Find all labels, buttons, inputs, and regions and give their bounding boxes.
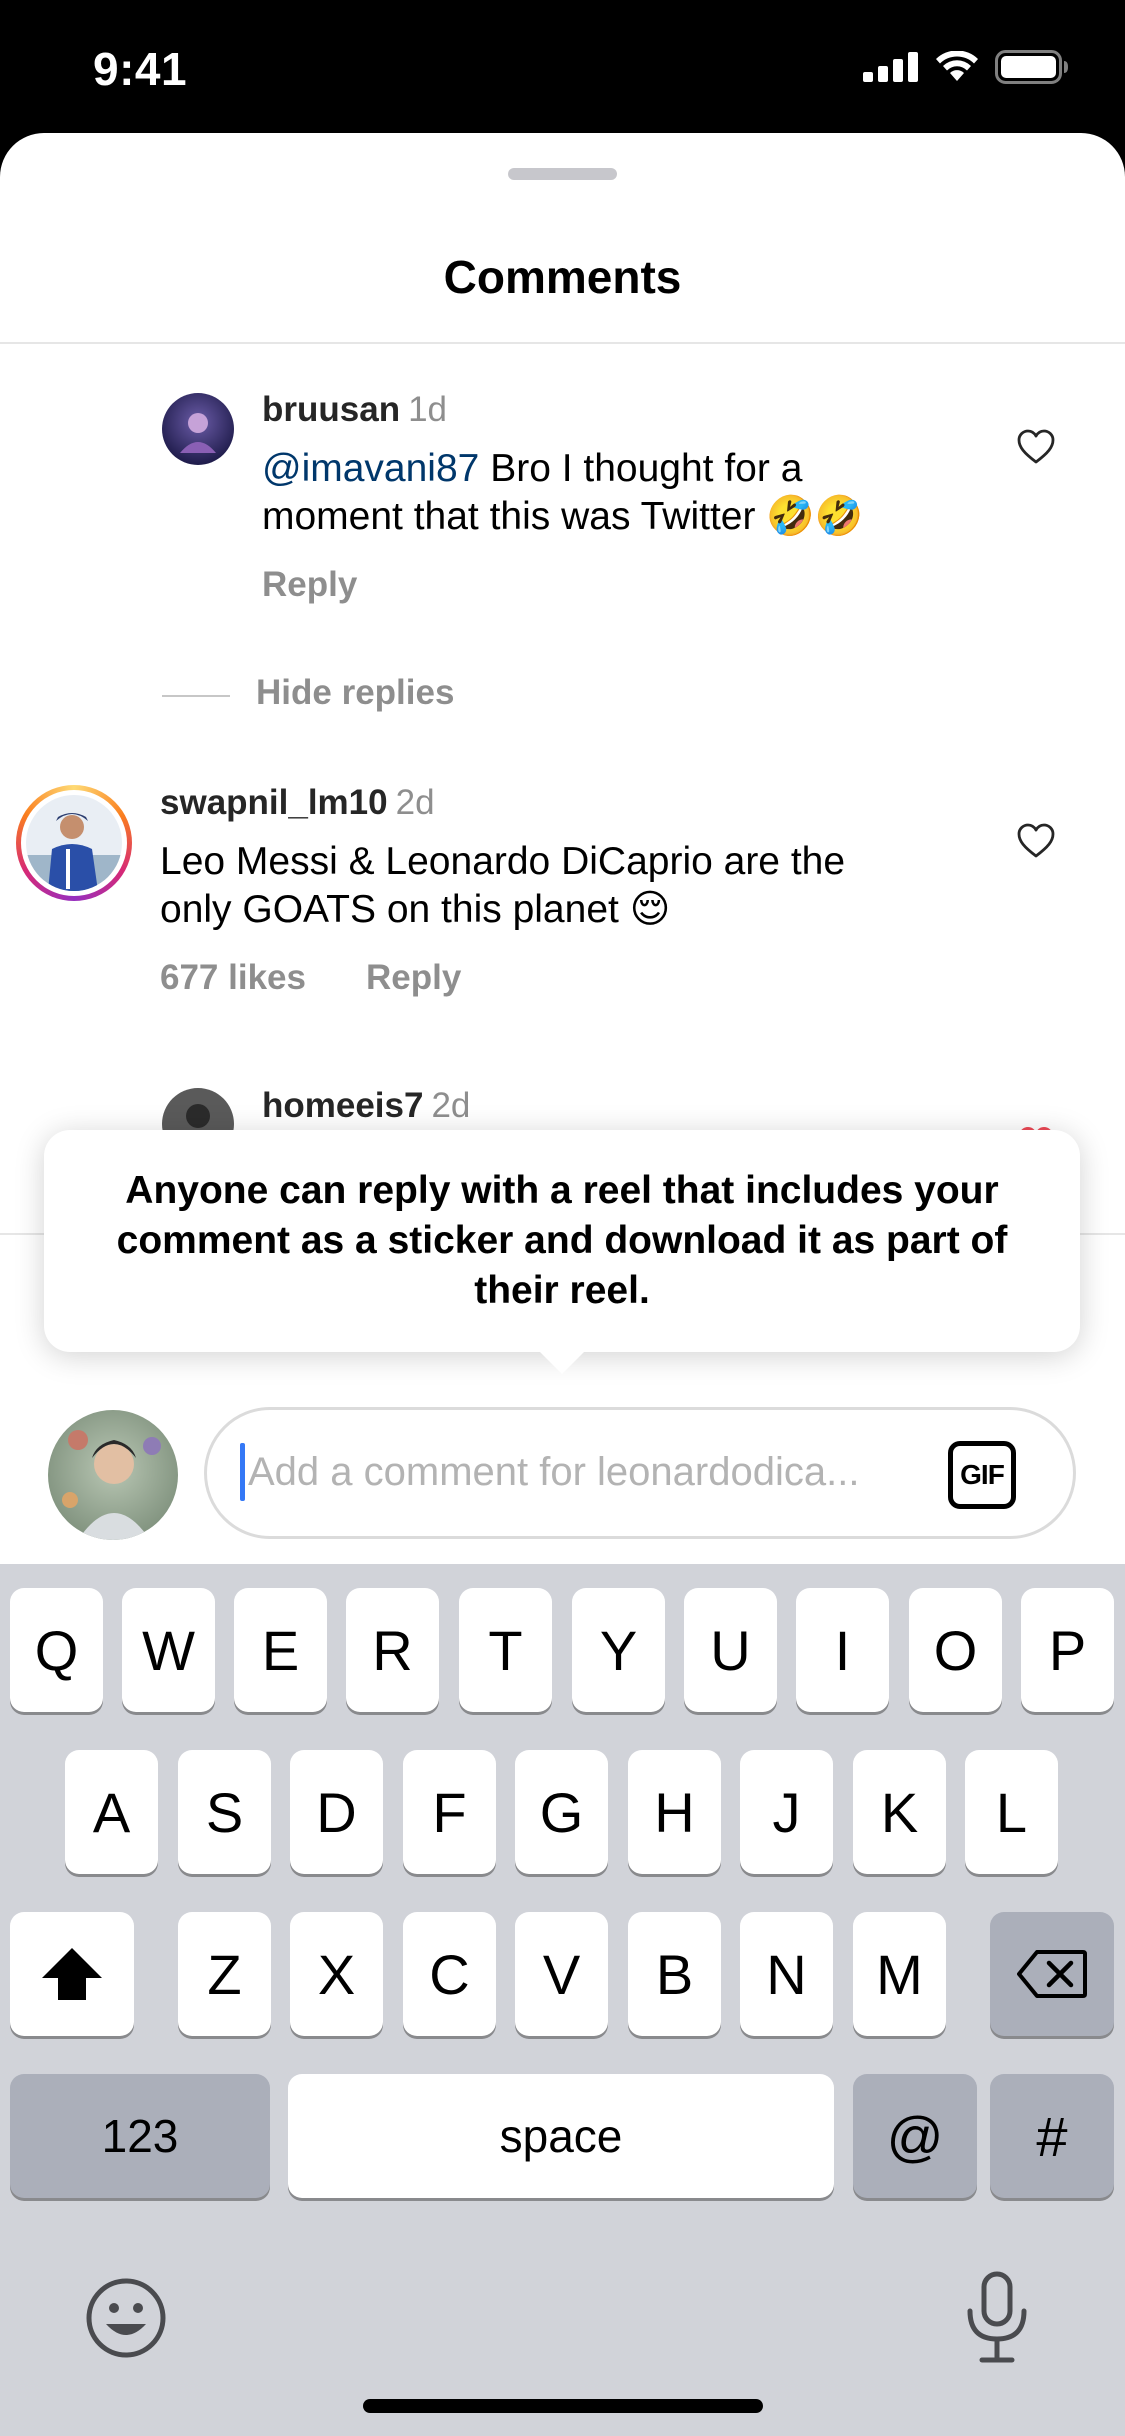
- key-d[interactable]: D: [290, 1750, 383, 1874]
- key-v[interactable]: V: [515, 1912, 608, 2036]
- header-divider: [0, 342, 1125, 344]
- key-z[interactable]: Z: [178, 1912, 271, 2036]
- key-a[interactable]: A: [65, 1750, 158, 1874]
- home-indicator[interactable]: [363, 2399, 763, 2413]
- key-f[interactable]: F: [403, 1750, 496, 1874]
- key-p[interactable]: P: [1021, 1588, 1114, 1712]
- avatar-swapnil[interactable]: [16, 785, 132, 901]
- key-e[interactable]: E: [234, 1588, 327, 1712]
- reply-button[interactable]: Reply: [262, 565, 357, 605]
- at-key[interactable]: @: [853, 2074, 977, 2198]
- key-m[interactable]: M: [853, 1912, 946, 2036]
- key-x[interactable]: X: [290, 1912, 383, 2036]
- comment-time: 1d: [408, 390, 448, 429]
- key-t[interactable]: T: [459, 1588, 552, 1712]
- comment-time: 2d: [395, 783, 435, 822]
- key-n[interactable]: N: [740, 1912, 833, 2036]
- comment-input-placeholder[interactable]: Add a comment for leonardodica...: [248, 1450, 859, 1495]
- key-h[interactable]: H: [628, 1750, 721, 1874]
- key-g[interactable]: G: [515, 1750, 608, 1874]
- comment-username[interactable]: homeeis7: [262, 1086, 423, 1125]
- reel-reply-tooltip[interactable]: Anyone can reply with a reel that includ…: [44, 1130, 1080, 1352]
- comment-text: @imavani87 Bro I thought for a moment th…: [262, 445, 982, 541]
- microphone-icon[interactable]: [962, 2271, 1032, 2365]
- heart-icon[interactable]: [1016, 427, 1056, 467]
- key-w[interactable]: W: [122, 1588, 215, 1712]
- tooltip-text: Anyone can reply with a reel that includ…: [116, 1169, 1008, 1312]
- keyboard: Q W E R T Y U I O P A S D F G H J K L Z …: [0, 1564, 1125, 2436]
- comment-time: 2d: [431, 1086, 471, 1125]
- comment-username[interactable]: swapnil_lm10: [160, 783, 388, 822]
- sheet-title: Comments: [443, 251, 682, 303]
- key-u[interactable]: U: [684, 1588, 777, 1712]
- text-caret: [240, 1443, 245, 1501]
- hash-key[interactable]: #: [990, 2074, 1114, 2198]
- status-bar: 9:41: [0, 0, 1125, 135]
- numbers-key[interactable]: 123: [10, 2074, 270, 2198]
- comment-text-line1: Leo Messi & Leonardo DiCaprio are the: [160, 840, 846, 883]
- status-time: 9:41: [93, 43, 188, 95]
- emoji-icon[interactable]: [84, 2276, 168, 2360]
- key-r[interactable]: R: [346, 1588, 439, 1712]
- heart-icon[interactable]: [1016, 821, 1056, 861]
- comment-text: Leo Messi & Leonardo DiCaprio are the on…: [160, 838, 980, 934]
- key-l[interactable]: L: [965, 1750, 1058, 1874]
- key-q[interactable]: Q: [10, 1588, 103, 1712]
- key-c[interactable]: C: [403, 1912, 496, 2036]
- shift-key[interactable]: [10, 1912, 134, 2036]
- avatar-bruusan[interactable]: [162, 393, 234, 465]
- hide-replies-button[interactable]: Hide replies: [256, 673, 454, 713]
- comment-username[interactable]: bruusan: [262, 390, 400, 429]
- key-k[interactable]: K: [853, 1750, 946, 1874]
- wifi-icon: [936, 51, 978, 81]
- cellular-signal-icon: [863, 52, 918, 82]
- comment-text-line1: Bro I thought for a: [479, 447, 803, 490]
- backspace-icon: [1017, 1950, 1087, 1998]
- space-key[interactable]: space: [288, 2074, 834, 2198]
- key-i[interactable]: I: [796, 1588, 889, 1712]
- current-user-avatar: [48, 1410, 178, 1540]
- likes-count[interactable]: 677 likes: [160, 958, 306, 998]
- username-swapnil[interactable]: swapnil_lm10 2d: [160, 783, 435, 823]
- key-j[interactable]: J: [740, 1750, 833, 1874]
- key-b[interactable]: B: [628, 1912, 721, 2036]
- tooltip-arrow: [536, 1348, 588, 1374]
- sheet-grabber[interactable]: [508, 168, 617, 180]
- shift-icon: [42, 1948, 102, 2000]
- comment-text-line2: moment that this was Twitter 🤣🤣: [262, 495, 864, 538]
- gif-button[interactable]: GIF: [948, 1441, 1016, 1509]
- reply-button[interactable]: Reply: [366, 958, 461, 998]
- delete-key[interactable]: [990, 1912, 1114, 2036]
- key-y[interactable]: Y: [572, 1588, 665, 1712]
- key-s[interactable]: S: [178, 1750, 271, 1874]
- status-icons: [863, 50, 1069, 84]
- hide-replies-line: [162, 695, 230, 697]
- comment-text-line2: only GOATS on this planet 😌: [160, 888, 671, 931]
- username-bruusan[interactable]: bruusan 1d: [262, 390, 447, 430]
- battery-icon: [995, 50, 1068, 84]
- mention-link[interactable]: @imavani87: [262, 447, 479, 490]
- username-homeeis7[interactable]: homeeis7 2d: [262, 1086, 470, 1126]
- key-o[interactable]: O: [909, 1588, 1002, 1712]
